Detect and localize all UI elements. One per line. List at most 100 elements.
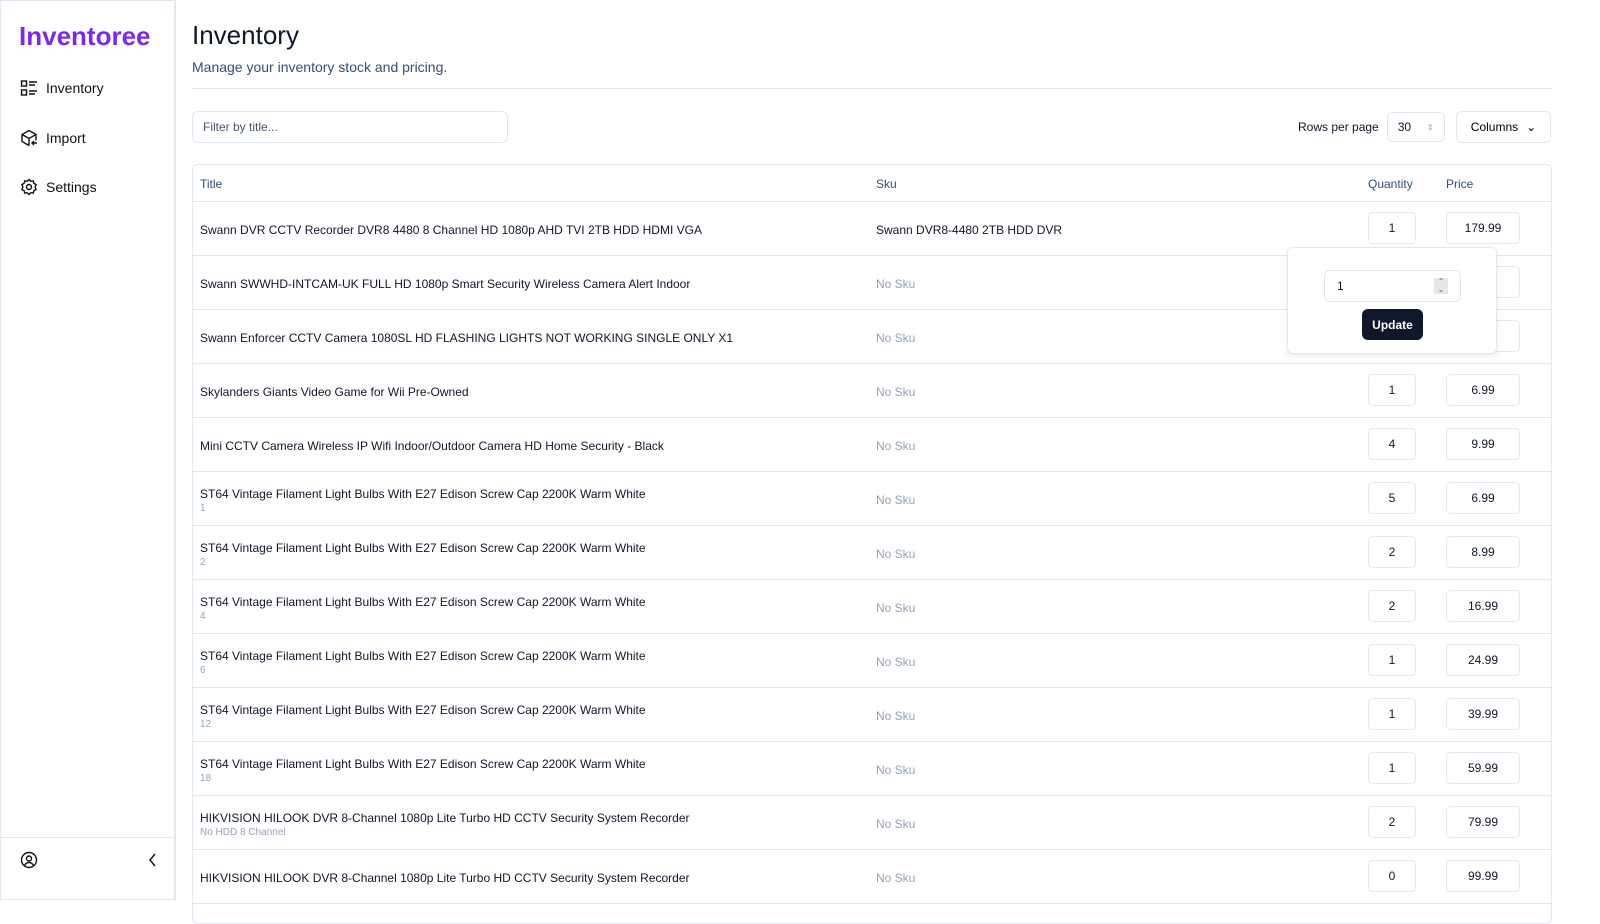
app-logo: Inventoree: [19, 21, 151, 51]
price-field[interactable]: 79.99: [1446, 806, 1520, 838]
price-field[interactable]: 9.99: [1446, 428, 1520, 460]
divider: [192, 88, 1552, 89]
item-sku: No Sku: [876, 817, 916, 831]
header-title[interactable]: Title: [200, 177, 222, 191]
item-title: ST64 Vintage Filament Light Bulbs With E…: [200, 703, 646, 717]
table-row: HIKVISION HILOOK DVR 8-Channel 1080p Lit…: [193, 796, 1551, 850]
item-sku: No Sku: [876, 547, 916, 561]
table-row: ST64 Vintage Filament Light Bulbs With E…: [193, 742, 1551, 796]
chevron-down-icon: ⌄: [1526, 120, 1537, 134]
table-row: Mini CCTV Camera Wireless IP Wifi Indoor…: [193, 418, 1551, 472]
sidebar-item-inventory[interactable]: Inventory: [20, 79, 104, 97]
collapse-chevron-icon[interactable]: [147, 853, 159, 867]
quantity-field[interactable]: 1: [1368, 752, 1416, 784]
sidebar-item-label: Settings: [46, 179, 97, 195]
item-sku: No Sku: [876, 871, 916, 885]
item-title: ST64 Vintage Filament Light Bulbs With E…: [200, 649, 646, 663]
table-row: ST64 Vintage Filament Light Bulbs With E…: [193, 580, 1551, 634]
price-field[interactable]: 59.99: [1446, 752, 1520, 784]
quantity-field[interactable]: 1: [1368, 374, 1416, 406]
package-import-icon: [21, 129, 37, 147]
quantity-field[interactable]: 1: [1368, 212, 1416, 244]
item-title: ST64 Vintage Filament Light Bulbs With E…: [200, 487, 646, 501]
item-sku: Swann DVR8-4480 2TB HDD DVR: [876, 223, 1063, 237]
header-quantity[interactable]: Quantity: [1368, 177, 1413, 191]
item-sku: No Sku: [876, 493, 916, 507]
update-button[interactable]: Update: [1362, 309, 1423, 340]
item-sku: No Sku: [876, 763, 916, 777]
item-variant: 2: [200, 557, 206, 568]
table-row: HIKVISION HILOOK DVR 8-Channel 1080p Lit…: [193, 850, 1551, 904]
table-row: Skylanders Giants Video Game for Wii Pre…: [193, 364, 1551, 418]
item-title: HIKVISION HILOOK DVR 8-Channel 1080p Lit…: [200, 811, 690, 825]
item-variant: No HDD 8 Channel: [200, 827, 286, 838]
rows-per-page-select[interactable]: 30 ⇕: [1386, 112, 1445, 142]
price-field[interactable]: 6.99: [1446, 482, 1520, 514]
item-variant: 6: [200, 665, 206, 676]
item-variant: 4: [200, 611, 206, 622]
gear-icon: [21, 178, 37, 196]
quantity-field[interactable]: 2: [1368, 536, 1416, 568]
price-field[interactable]: 24.99: [1446, 644, 1520, 676]
quantity-field[interactable]: 1: [1368, 644, 1416, 676]
item-title: Swann DVR CCTV Recorder DVR8 4480 8 Chan…: [200, 223, 702, 237]
user-circle-icon[interactable]: [20, 851, 38, 869]
item-title: ST64 Vintage Filament Light Bulbs With E…: [200, 595, 646, 609]
item-title: HIKVISION HILOOK DVR 8-Channel 1080p Lit…: [200, 871, 690, 885]
price-field[interactable]: 6.99: [1446, 374, 1520, 406]
price-field[interactable]: 39.99: [1446, 698, 1520, 730]
table-row: ST64 Vintage Filament Light Bulbs With E…: [193, 688, 1551, 742]
price-field[interactable]: 16.99: [1446, 590, 1520, 622]
sidebar-footer: [1, 837, 174, 901]
item-sku: No Sku: [876, 277, 916, 291]
quantity-popover: 1 ⌃ ⌄ Update: [1287, 247, 1497, 354]
quantity-input[interactable]: 1 ⌃ ⌄: [1324, 270, 1461, 302]
table-header: Title Sku Quantity Price: [193, 165, 1551, 202]
table-row: ST64 Vintage Filament Light Bulbs With E…: [193, 526, 1551, 580]
page-subtitle: Manage your inventory stock and pricing.: [192, 59, 448, 75]
item-sku: No Sku: [876, 385, 916, 399]
sidebar: Inventoree Inventory Import Settings: [0, 0, 176, 900]
page-title: Inventory: [192, 20, 299, 50]
sidebar-item-label: Inventory: [46, 80, 104, 96]
rows-per-page-label: Rows per page: [1298, 120, 1379, 134]
item-title: ST64 Vintage Filament Light Bulbs With E…: [200, 757, 646, 771]
sidebar-item-settings[interactable]: Settings: [20, 178, 97, 196]
item-sku: No Sku: [876, 709, 916, 723]
item-title: Swann SWWHD-INTCAM-UK FULL HD 1080p Smar…: [200, 277, 691, 291]
item-title: ST64 Vintage Filament Light Bulbs With E…: [200, 541, 646, 555]
spinner-icon[interactable]: ⌃ ⌄: [1434, 278, 1448, 294]
item-sku: No Sku: [876, 655, 916, 669]
sidebar-item-label: Import: [46, 130, 86, 146]
table-row: ST64 Vintage Filament Light Bulbs With E…: [193, 634, 1551, 688]
price-field[interactable]: 99.99: [1446, 860, 1520, 892]
sidebar-item-import[interactable]: Import: [20, 129, 86, 147]
item-sku: No Sku: [876, 331, 916, 345]
rows-per-page-value: 30: [1397, 120, 1412, 134]
item-title: Mini CCTV Camera Wireless IP Wifi Indoor…: [200, 439, 664, 453]
columns-label: Columns: [1470, 120, 1519, 134]
rows-per-page: Rows per page 30 ⇕: [1298, 112, 1445, 142]
header-price[interactable]: Price: [1446, 177, 1473, 191]
quantity-field[interactable]: 0: [1368, 860, 1416, 892]
quantity-field[interactable]: 5: [1368, 482, 1416, 514]
chevron-up-down-icon: ⇕: [1427, 122, 1434, 132]
columns-button[interactable]: Columns ⌄: [1456, 111, 1551, 143]
quantity-field[interactable]: 4: [1368, 428, 1416, 460]
item-variant: 18: [200, 773, 212, 784]
price-field[interactable]: 179.99: [1446, 212, 1520, 244]
header-sku[interactable]: Sku: [876, 177, 897, 191]
item-title: Swann Enforcer CCTV Camera 1080SL HD FLA…: [200, 331, 734, 345]
quantity-input-value: 1: [1337, 279, 1344, 293]
item-sku: No Sku: [876, 439, 916, 453]
price-field[interactable]: 8.99: [1446, 536, 1520, 568]
item-title: Skylanders Giants Video Game for Wii Pre…: [200, 385, 469, 399]
item-sku: No Sku: [876, 601, 916, 615]
table-row: ST64 Vintage Filament Light Bulbs With E…: [193, 472, 1551, 526]
item-variant: 12: [200, 719, 212, 730]
filter-input[interactable]: [192, 111, 508, 143]
quantity-field[interactable]: 1: [1368, 698, 1416, 730]
item-variant: 1: [200, 503, 206, 514]
quantity-field[interactable]: 2: [1368, 590, 1416, 622]
quantity-field[interactable]: 2: [1368, 806, 1416, 838]
